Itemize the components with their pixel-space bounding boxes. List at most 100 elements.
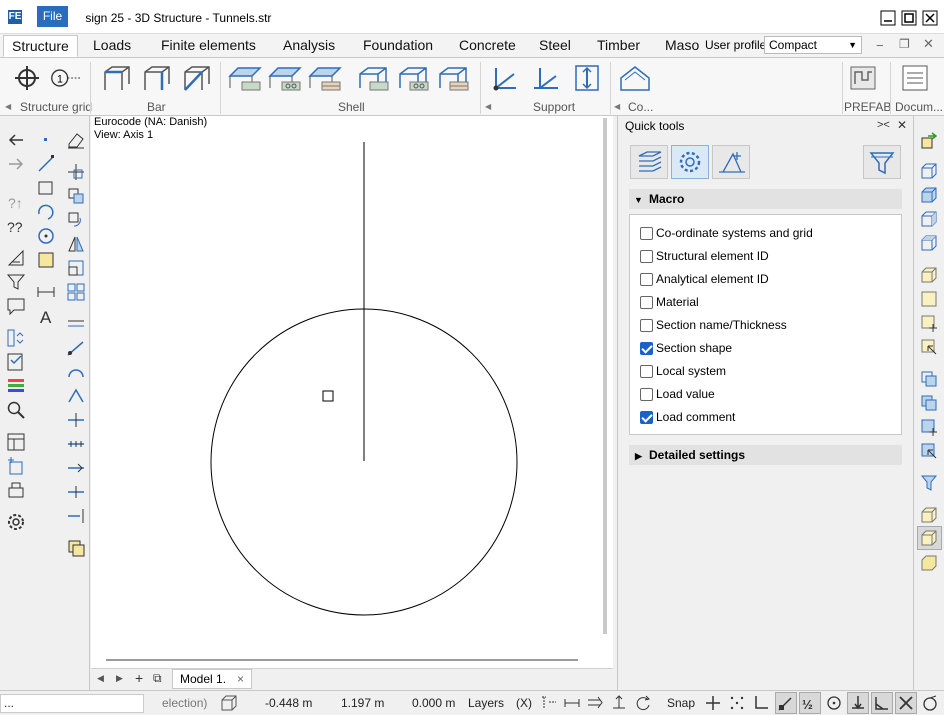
- line-icon[interactable]: [36, 154, 56, 174]
- tab-prev-icon[interactable]: ◀: [97, 673, 104, 684]
- prefab-icon[interactable]: [848, 64, 878, 92]
- array-icon[interactable]: [66, 282, 86, 302]
- view-front-icon[interactable]: [920, 186, 938, 204]
- point-icon[interactable]: [36, 130, 56, 150]
- extend-icon[interactable]: [66, 338, 86, 358]
- fill-icon[interactable]: [36, 250, 56, 270]
- column-icon[interactable]: [142, 64, 172, 92]
- close-tab-icon[interactable]: ×: [237, 670, 244, 688]
- user-profile-select[interactable]: Compact ▼: [764, 36, 862, 54]
- table-icon[interactable]: [6, 432, 26, 452]
- duplicate-tab-icon[interactable]: ⧉: [153, 671, 162, 686]
- zoom-icon[interactable]: [6, 400, 26, 420]
- tab-analysis[interactable]: Analysis: [275, 35, 343, 57]
- checkbox[interactable]: [640, 365, 653, 378]
- snap-point-icon[interactable]: [704, 694, 722, 712]
- view-side-icon[interactable]: [920, 210, 938, 228]
- documentation-icon[interactable]: [900, 64, 930, 92]
- layers-tool-button[interactable]: [630, 145, 668, 179]
- wall-icon[interactable]: [268, 64, 302, 92]
- extend-to-icon[interactable]: [66, 506, 86, 526]
- snap-perpendicular-icon[interactable]: [849, 694, 867, 712]
- comment-icon[interactable]: [6, 296, 26, 316]
- storey-add-icon[interactable]: [920, 418, 938, 436]
- snap-grid-icon[interactable]: [728, 694, 746, 712]
- ribbon-restore-icon[interactable]: ❐: [899, 37, 910, 51]
- surface-support-icon[interactable]: [572, 64, 602, 92]
- back-arrow-icon[interactable]: [6, 130, 26, 150]
- snap-nearest-icon[interactable]: [921, 694, 939, 712]
- vertical-scrollbar[interactable]: [603, 118, 607, 634]
- rectangle-icon[interactable]: [36, 178, 56, 198]
- rotation-icon[interactable]: [634, 694, 652, 712]
- checkbox[interactable]: [640, 296, 653, 309]
- object-filled-icon[interactable]: [920, 554, 938, 572]
- support-dialog-icon[interactable]: ◀: [485, 102, 491, 111]
- tab-loads[interactable]: Loads: [85, 35, 139, 57]
- line-support-icon[interactable]: [530, 64, 560, 92]
- export-icon[interactable]: [920, 132, 938, 150]
- settings-tool-button[interactable]: [671, 145, 709, 179]
- snap-intersection-icon[interactable]: [897, 694, 915, 712]
- group-icon[interactable]: [66, 538, 86, 558]
- checkbox[interactable]: [640, 319, 653, 332]
- snap-midpoint-icon[interactable]: ½: [801, 694, 819, 712]
- macro-section-header[interactable]: ▼ Macro: [629, 189, 902, 209]
- fillet-icon[interactable]: [66, 362, 86, 382]
- workplane-icon[interactable]: [920, 290, 938, 308]
- axis-icon[interactable]: [540, 694, 558, 712]
- dimension-icon[interactable]: [6, 248, 26, 268]
- grid-point-icon[interactable]: [12, 64, 42, 92]
- tab-next-icon[interactable]: ▶: [116, 673, 123, 684]
- tab-masonry[interactable]: Maso: [657, 35, 707, 57]
- scale-icon[interactable]: [66, 258, 86, 278]
- coordinate-mode-icon[interactable]: (X): [516, 696, 532, 710]
- box-icon[interactable]: [920, 266, 938, 284]
- tab-structure[interactable]: Structure: [3, 35, 78, 57]
- filter-icon[interactable]: [6, 272, 26, 292]
- offset-icon[interactable]: [66, 314, 86, 334]
- ribbon-close-icon[interactable]: ✕: [923, 36, 934, 52]
- help-icon[interactable]: ??: [6, 216, 26, 236]
- snap-corner-icon[interactable]: [752, 694, 770, 712]
- snap-end-icon[interactable]: [777, 694, 795, 712]
- text-icon[interactable]: A: [36, 306, 56, 326]
- display-tool-button[interactable]: [712, 145, 750, 179]
- tab-finite-elements[interactable]: Finite elements: [153, 35, 264, 57]
- select-icon[interactable]: [6, 328, 26, 348]
- object-icon[interactable]: [920, 506, 938, 524]
- model-tab[interactable]: Model 1. ×: [172, 669, 252, 689]
- snap-button[interactable]: Snap: [667, 696, 695, 710]
- settings-icon[interactable]: [6, 512, 26, 532]
- snap-tangent-icon[interactable]: [873, 694, 891, 712]
- add-workplane-icon[interactable]: [920, 314, 938, 332]
- plate-icon[interactable]: [228, 64, 262, 92]
- arc-icon[interactable]: [36, 202, 56, 222]
- command-input[interactable]: [0, 694, 144, 713]
- view-3d-icon[interactable]: [920, 162, 938, 180]
- object-active-icon[interactable]: [920, 529, 938, 547]
- ribbon-minimize-icon[interactable]: −: [876, 38, 884, 53]
- truss-icon[interactable]: [182, 64, 212, 92]
- group-dialog-icon[interactable]: ◀: [5, 102, 11, 111]
- break-icon[interactable]: [66, 482, 86, 502]
- split-icon[interactable]: [66, 410, 86, 430]
- move-view-icon[interactable]: [6, 456, 26, 476]
- chamfer-icon[interactable]: [66, 386, 86, 406]
- beam-icon[interactable]: [102, 64, 132, 92]
- storey-select-icon[interactable]: [920, 442, 938, 460]
- funnel-settings-icon[interactable]: [920, 474, 938, 492]
- shell-plate-icon[interactable]: [356, 64, 390, 92]
- checkbox-checked[interactable]: [640, 342, 653, 355]
- cover-icon[interactable]: [618, 64, 652, 92]
- circle-icon[interactable]: [36, 226, 56, 246]
- close-button[interactable]: [921, 9, 939, 27]
- detailed-settings-header[interactable]: ▶ Detailed settings: [629, 445, 902, 465]
- checkbox[interactable]: [640, 388, 653, 401]
- storey-copy-icon[interactable]: [920, 394, 938, 412]
- snap-center-icon[interactable]: [825, 694, 843, 712]
- panel-close-icon[interactable]: ✕: [897, 118, 907, 132]
- forward-arrow-icon[interactable]: [6, 154, 26, 174]
- file-button[interactable]: File: [37, 6, 68, 27]
- dimension-line-icon[interactable]: [563, 694, 581, 712]
